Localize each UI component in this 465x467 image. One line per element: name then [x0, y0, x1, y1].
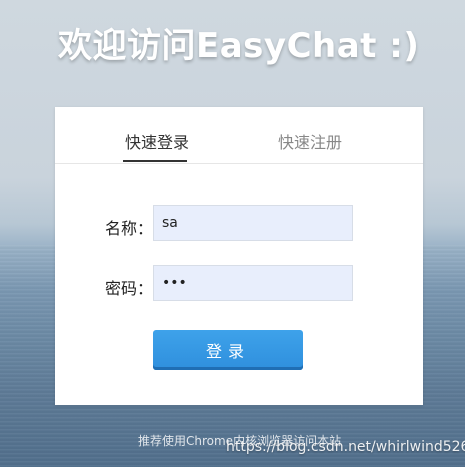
password-input[interactable] — [153, 265, 353, 301]
password-label: 密码： — [105, 279, 154, 298]
tab-quick-register[interactable]: 快速注册 — [278, 129, 342, 153]
login-card: 快速登录 快速注册 名称： 密码： 登录 — [55, 107, 423, 405]
login-button[interactable]: 登录 — [153, 330, 303, 370]
auth-tabs: 快速登录 快速注册 — [55, 107, 423, 164]
welcome-title: 欢迎访问EasyChat :) — [58, 26, 420, 66]
active-tab-indicator — [123, 160, 187, 162]
name-input[interactable] — [153, 205, 353, 241]
watermark-text: https://blog.csdn.net/whirlwind526 — [226, 439, 465, 455]
name-label: 名称： — [105, 219, 154, 238]
tab-quick-login[interactable]: 快速登录 — [125, 129, 189, 153]
